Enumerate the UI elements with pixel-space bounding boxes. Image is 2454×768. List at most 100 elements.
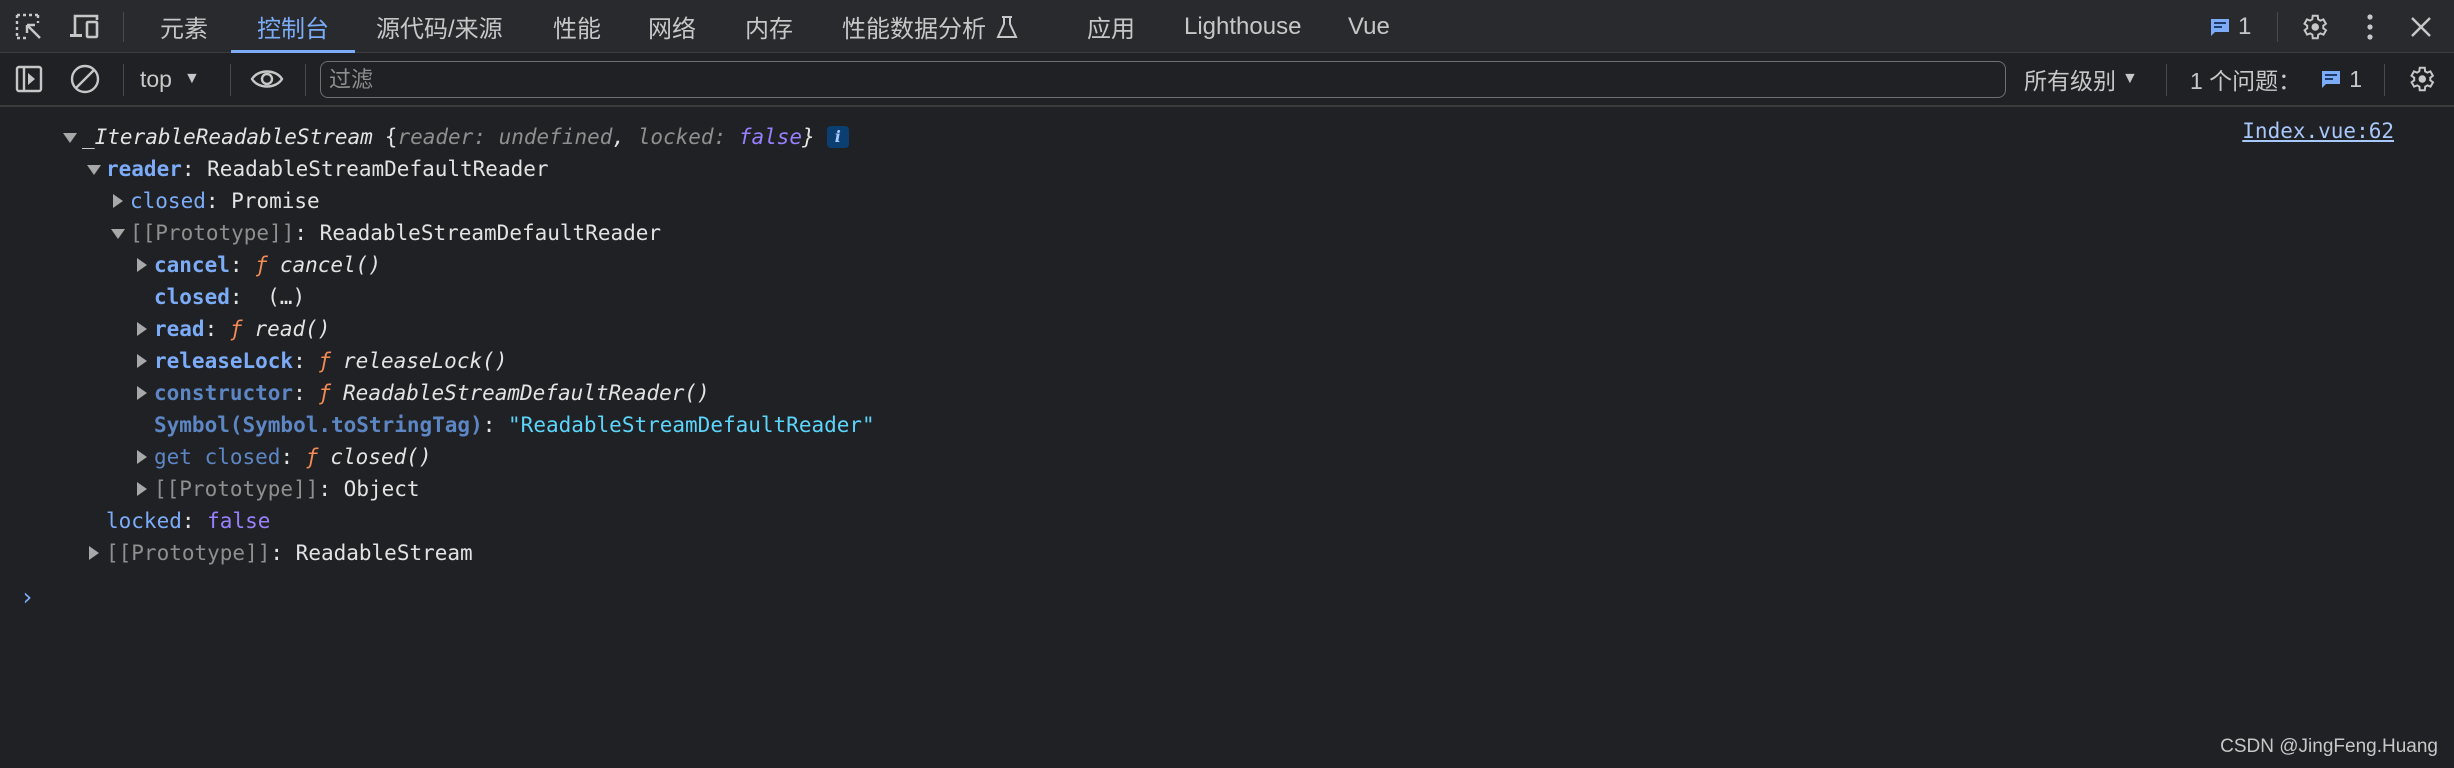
tab-label: 网络 [648,16,696,43]
flask-icon [996,15,1018,38]
console-toolbar: top ▼ 所有级别 ▼ 1 个问题： 1 [0,53,2454,107]
punctuation: : [204,317,230,341]
tab-network[interactable]: 网络 [646,0,698,53]
property-value: Promise [231,189,320,213]
property-key: constructor [154,381,294,405]
divider [123,64,124,96]
tab-label: 控制台 [257,16,329,43]
watermark: CSDN @JingFeng.Huang [2220,736,2438,757]
tab-label: 性能数据分析 [842,16,986,43]
property-row[interactable]: closed : Promise [106,185,320,217]
invoke-getter-button[interactable]: (…) [267,281,305,313]
property-key: [[Prototype]] [106,541,271,565]
punctuation: : [181,509,208,533]
source-location-link[interactable]: Index.vue:62 [2242,119,2394,143]
info-icon[interactable]: i [826,126,849,148]
log-level-select[interactable]: 所有级别 ▼ [2024,62,2138,96]
console-input[interactable] [48,575,2428,611]
issue-message-icon [2211,19,2229,36]
expand-toggle-icon[interactable] [130,249,154,281]
inspect-element-icon [15,13,41,40]
divider [2166,64,2167,96]
tab-label: Vue [1348,12,1390,40]
property-key: read [154,317,205,341]
tab-elements[interactable]: 元素 [158,0,210,53]
property-row[interactable]: get closed : ƒ closed() [130,441,432,473]
property-key: reader [106,157,182,181]
function-name: cancel() [279,253,381,277]
toggle-sidebar-button[interactable] [12,62,46,96]
tab-sources[interactable]: 源代码/来源 [374,0,505,53]
property-row[interactable]: read : ƒ read() [130,313,330,345]
punctuation: : [318,477,344,501]
property-value: ReadableStreamDefaultReader [207,157,549,181]
punctuation: : [293,381,319,405]
punctuation: : [270,541,296,565]
property-row[interactable]: cancel : ƒ cancel() [130,249,381,281]
property-key: get closed [154,445,281,469]
punctuation: : [229,285,256,309]
punctuation: { [384,125,398,149]
close-devtools-button[interactable] [2404,10,2438,44]
tab-console[interactable]: 控制台 [231,0,355,53]
tab-label: 性能 [553,16,601,43]
issues-link[interactable]: 1 [2321,66,2362,93]
expand-toggle-icon[interactable] [130,441,154,473]
expand-toggle-icon[interactable] [82,153,106,185]
property-value: false [207,509,271,533]
expand-toggle-icon[interactable] [130,345,154,377]
property-row[interactable]: reader : ReadableStreamDefaultReader [82,153,549,185]
console-settings-button[interactable] [2404,62,2438,96]
issues-counter-button[interactable]: 1 [2210,10,2251,44]
more-vertical-icon [2367,14,2373,40]
function-marker: ƒ [318,349,332,373]
tab-performance[interactable]: 性能 [551,0,603,53]
property-row[interactable]: constructor : ƒ ReadableStreamDefaultRea… [130,377,710,409]
divider [230,64,231,96]
tab-application[interactable]: 应用 [1085,0,1137,53]
more-options-button[interactable] [2353,10,2387,44]
gear-icon [2410,66,2435,92]
expand-toggle-icon[interactable] [130,313,154,345]
property-row[interactable]: [[Prototype]] : ReadableStream [82,537,473,569]
settings-button[interactable] [2297,10,2331,44]
punctuation: : [473,125,499,149]
property-key: Symbol(Symbol.toStringTag) [154,413,483,437]
property-row[interactable]: [[Prototype]] : Object [130,473,420,505]
property-value: ReadableStream [295,541,473,565]
tab-vue[interactable]: Vue [1346,0,1392,53]
javascript-context-select[interactable]: top ▼ [140,62,200,96]
inspect-element-button[interactable] [12,10,46,44]
filter-input[interactable] [320,61,2006,98]
expand-toggle-icon[interactable] [106,217,130,249]
sidebar-toggle-icon [15,65,43,93]
object-summary-row[interactable]: _IterableReadableStream { reader : undef… [58,121,849,153]
tab-lighthouse[interactable]: Lighthouse [1182,0,1303,53]
property-value: ReadableStreamDefaultReader [319,221,662,245]
log-level-value: 所有级别 [2024,68,2116,94]
expand-toggle-icon[interactable] [130,473,154,505]
property-value: Object [343,477,420,501]
tab-label: 内存 [745,16,793,43]
expand-toggle-icon[interactable] [130,377,154,409]
issues-count: 1 [2349,65,2362,92]
property-row[interactable]: releaseLock : ƒ releaseLock() [130,345,507,377]
function-marker: ƒ [305,445,319,469]
clear-console-button[interactable] [68,62,102,96]
tab-memory[interactable]: 内存 [743,0,795,53]
expand-toggle-icon[interactable] [82,537,106,569]
expand-toggle-icon[interactable] [106,185,130,217]
context-value: top [140,65,172,92]
property-row[interactable]: [[Prototype]] : ReadableStreamDefaultRea… [106,217,661,249]
device-toolbar-button[interactable] [68,10,102,44]
live-expression-button[interactable] [250,62,284,96]
clear-icon [70,64,100,94]
tab-performance-insights[interactable]: 性能数据分析 [840,0,1020,53]
punctuation: : [280,445,306,469]
property-value: "ReadableStreamDefaultReader" [508,413,875,437]
expand-toggle-icon[interactable] [58,121,82,153]
property-key: cancel [154,253,230,277]
